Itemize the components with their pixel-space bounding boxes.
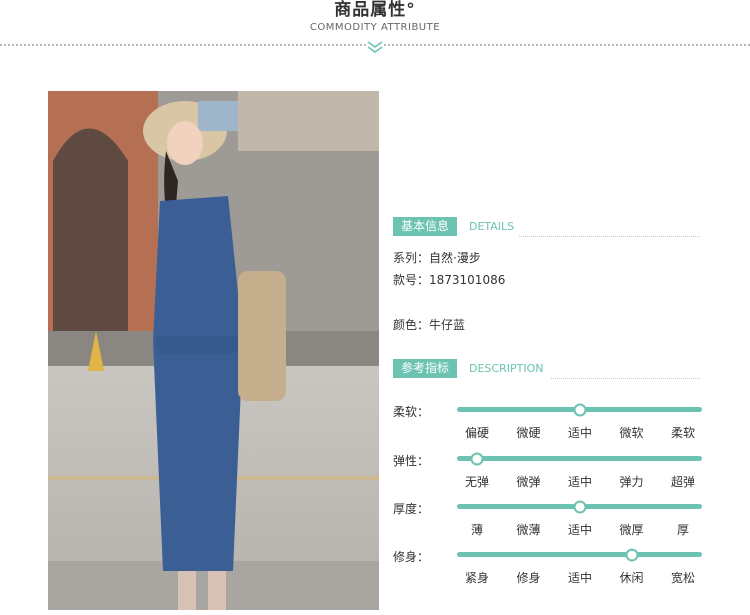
scale-option: 微硬 <box>516 426 541 440</box>
scale-option: 弹力 <box>619 475 644 489</box>
chevron-down-icon <box>366 40 384 54</box>
scale-knob[interactable] <box>470 452 484 466</box>
scale-option: 休闲 <box>619 571 644 585</box>
basic-info-tag: 基本信息 <box>393 217 458 236</box>
scale-label: 修身： <box>393 550 430 564</box>
scale-option: 微薄 <box>516 523 541 537</box>
page-title: 商品属性° <box>334 0 416 20</box>
scale-label: 厚度： <box>393 502 430 516</box>
attr-style-number: 款号：1873101086 <box>393 273 506 287</box>
scale-option: 适中 <box>567 571 592 585</box>
product-photo <box>48 91 379 610</box>
scale-track <box>457 456 702 461</box>
scale-options: 薄 微薄 适中 微厚 厚 <box>457 521 702 537</box>
scale-knob[interactable] <box>573 500 587 514</box>
basic-info-header: 基本信息 DETAILS <box>393 217 700 237</box>
scale-option: 微厚 <box>619 523 644 537</box>
scale-option: 无弹 <box>464 475 489 489</box>
scale-option: 紧身 <box>464 571 489 585</box>
scale-option: 厚 <box>676 523 689 537</box>
scale-option: 超弹 <box>670 475 695 489</box>
scale-fit: 修身： 紧身 修身 适中 休闲 宽松 <box>393 548 703 608</box>
attr-series: 系列：自然·漫步 <box>393 251 481 265</box>
scale-knob[interactable] <box>625 548 638 562</box>
scale-option: 适中 <box>567 475 592 489</box>
page-subtitle: COMMODITY ATTRIBUTE <box>309 22 441 33</box>
scale-option: 宽松 <box>670 571 695 585</box>
scale-option: 薄 <box>470 523 483 537</box>
scale-option: 适中 <box>567 426 592 440</box>
scale-option: 微弹 <box>516 475 541 489</box>
reference-tag: 参考指标 <box>393 359 458 378</box>
scale-option: 柔软 <box>670 426 695 440</box>
scale-option: 修身 <box>516 571 541 585</box>
scale-knob[interactable] <box>573 403 587 417</box>
reference-divider <box>551 378 700 379</box>
scale-option: 偏硬 <box>464 426 489 440</box>
attr-color: 颜色：牛仔蓝 <box>393 318 466 332</box>
scale-track <box>457 552 702 557</box>
basic-info-tag-en: DETAILS <box>469 220 515 233</box>
basic-info-divider <box>519 236 700 237</box>
reference-tag-en: DESCRIPTION <box>469 362 544 375</box>
scale-label: 弹性： <box>393 454 430 468</box>
scale-label: 柔软： <box>393 405 430 419</box>
scale-options: 偏硬 微硬 适中 微软 柔软 <box>457 424 702 440</box>
scale-option: 微软 <box>619 426 644 440</box>
reference-header: 参考指标 DESCRIPTION <box>393 359 700 379</box>
scale-options: 紧身 修身 适中 休闲 宽松 <box>457 569 702 585</box>
scale-option: 适中 <box>567 523 592 537</box>
scale-options: 无弹 微弹 适中 弹力 超弹 <box>457 473 702 489</box>
